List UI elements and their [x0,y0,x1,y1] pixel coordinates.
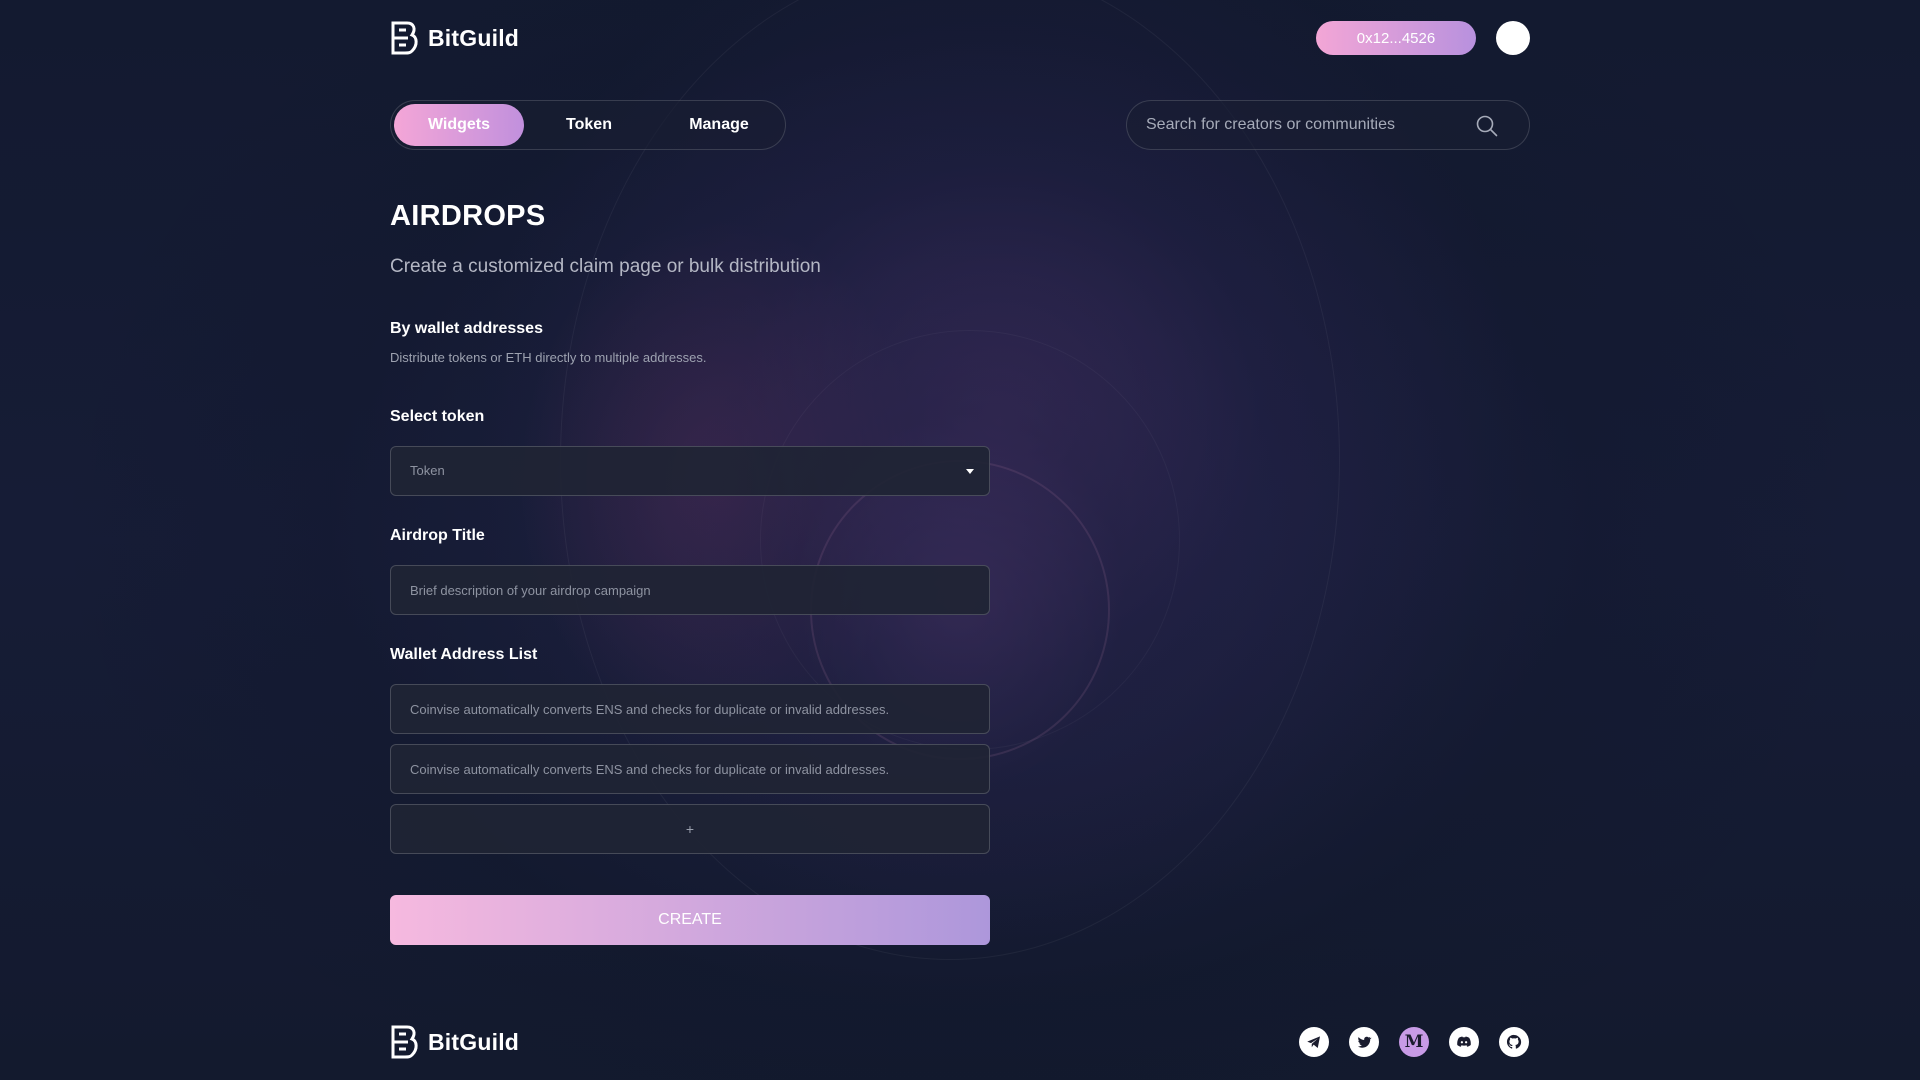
create-button[interactable]: CREATE [390,895,990,945]
brand-name: BitGuild [428,24,520,51]
section-title: By wallet addresses [390,320,543,337]
wallet-address-label: Wallet Address List [390,646,538,663]
avatar[interactable] [1496,21,1530,55]
medium-icon: M [1404,1032,1424,1052]
telegram-icon [1307,1036,1320,1048]
footer-brand[interactable]: BitGuild [390,1025,519,1059]
social-links: M [1299,1027,1529,1057]
medium-link[interactable]: M [1399,1027,1429,1057]
github-icon [1506,1034,1522,1049]
add-address-button[interactable]: + [390,804,990,854]
wallet-address-field [390,744,990,794]
airdrop-title-input[interactable] [410,566,970,614]
bitguild-logo-icon [391,21,418,55]
discord-link[interactable] [1449,1027,1479,1057]
wallet-address-button[interactable]: 0x12...4526 [1316,21,1476,55]
section-description: Distribute tokens or ETH directly to mul… [390,350,707,365]
twitter-link[interactable] [1349,1027,1379,1057]
page-subtitle: Create a customized claim page or bulk d… [390,256,821,277]
wallet-address-input[interactable] [410,685,970,733]
token-select[interactable]: Token [390,446,990,496]
header: BitGuild 0x12...4526 [390,18,1530,58]
airdrop-title-field [390,565,990,615]
page-container: BitGuild 0x12...4526 Widgets Token Manag… [390,0,1530,1080]
chevron-down-icon [966,469,974,474]
wallet-address-input[interactable] [410,745,970,793]
nav-tabs: Widgets Token Manage [390,100,786,150]
token-select-value: Token [410,463,445,478]
page-title: AIRDROPS [390,200,546,232]
search-input[interactable] [1146,101,1466,149]
search-icon[interactable] [1475,114,1499,138]
tab-widgets[interactable]: Widgets [394,104,524,146]
github-link[interactable] [1499,1027,1529,1057]
token-label: Select token [390,408,485,425]
tab-token[interactable]: Token [524,104,654,146]
search-box [1126,100,1530,150]
telegram-link[interactable] [1299,1027,1329,1057]
wallet-address-field [390,684,990,734]
airdrop-title-label: Airdrop Title [390,527,485,544]
tab-manage[interactable]: Manage [654,104,784,146]
bitguild-logo-icon [391,1025,418,1059]
twitter-icon [1357,1036,1372,1048]
discord-icon [1457,1036,1471,1047]
footer-brand-name: BitGuild [428,1028,520,1055]
brand[interactable]: BitGuild [390,21,519,55]
